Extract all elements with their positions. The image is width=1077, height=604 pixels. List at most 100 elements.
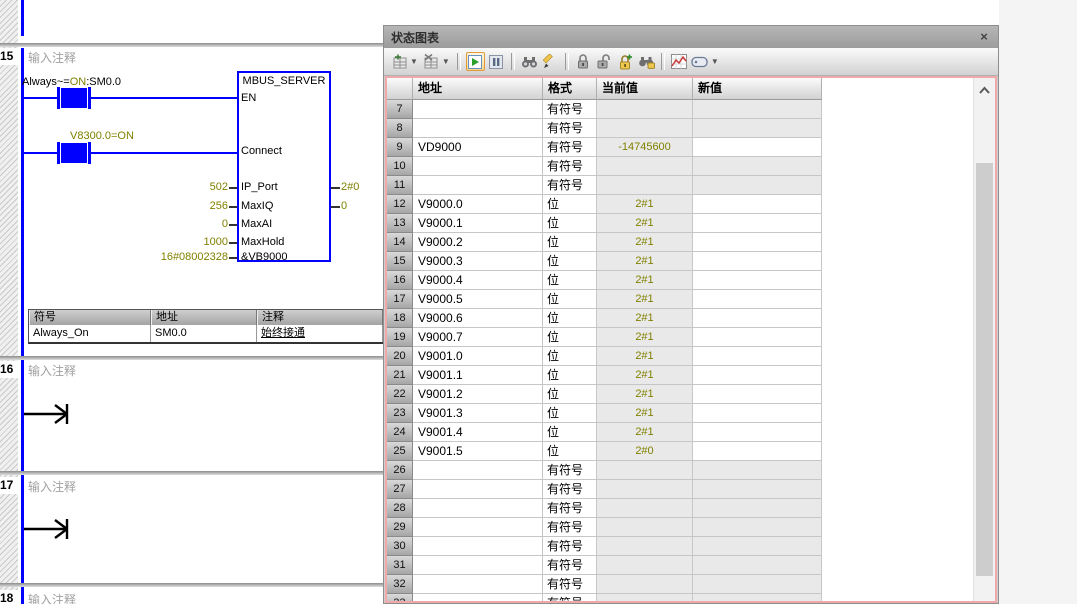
symbol-table-row[interactable]: Always_On SM0.0 始终接通 [29,325,383,342]
row-number-button[interactable]: 30 [387,537,413,556]
contact-operand-label[interactable]: V8300.0=ON [70,130,134,142]
new-value-cell[interactable] [693,271,822,290]
param-value[interactable]: 1000 [140,236,228,248]
format-cell[interactable]: 位 [543,423,597,442]
row-number-button[interactable]: 27 [387,480,413,499]
format-cell[interactable]: 有符号 [543,499,597,518]
format-cell[interactable]: 有符号 [543,157,597,176]
new-value-cell[interactable] [693,347,822,366]
param-value[interactable]: 502 [140,181,228,193]
read-all-icon[interactable] [520,52,539,71]
param-value[interactable]: 256 [140,200,228,212]
new-value-cell[interactable] [693,309,822,328]
address-cell[interactable]: V9000.0 [413,195,543,214]
address-cell[interactable] [413,499,543,518]
format-cell[interactable]: 有符号 [543,594,597,603]
format-cell[interactable]: 有符号 [543,480,597,499]
new-value-cell[interactable] [693,442,822,461]
format-cell[interactable]: 位 [543,252,597,271]
symbolic-addressing-icon[interactable] [691,52,710,71]
read-forced-icon[interactable] [637,52,656,71]
row-number-button[interactable]: 29 [387,518,413,537]
format-cell[interactable]: 位 [543,271,597,290]
address-cell[interactable]: V9001.5 [413,442,543,461]
row-number-button[interactable]: 14 [387,233,413,252]
force-new-icon[interactable] [616,52,635,71]
new-value-cell[interactable] [693,366,822,385]
delete-row-icon[interactable] [422,52,441,71]
new-value-cell[interactable] [693,423,822,442]
chart-status-on-icon[interactable] [466,52,485,71]
format-cell[interactable]: 位 [543,385,597,404]
param-value[interactable]: 2#0 [341,181,359,193]
new-value-column-header[interactable]: 新值 [693,78,822,100]
format-cell[interactable]: 位 [543,214,597,233]
new-value-cell[interactable] [693,385,822,404]
address-cell[interactable] [413,100,543,119]
write-all-icon[interactable] [541,52,560,71]
row-number-button[interactable]: 21 [387,366,413,385]
address-cell[interactable] [413,176,543,195]
param-value[interactable]: 0 [140,218,228,230]
close-icon[interactable]: × [976,29,992,45]
format-cell[interactable]: 有符号 [543,176,597,195]
format-cell[interactable]: 位 [543,328,597,347]
row-number-button[interactable]: 16 [387,271,413,290]
grid-corner-header[interactable] [387,78,413,100]
address-cell[interactable]: V9000.7 [413,328,543,347]
format-cell[interactable]: 位 [543,290,597,309]
row-number-button[interactable]: 19 [387,328,413,347]
address-cell[interactable] [413,157,543,176]
address-cell[interactable] [413,556,543,575]
contact-symbol[interactable] [57,87,60,109]
network-number[interactable]: 17 [0,477,18,494]
network-number[interactable]: 16 [0,361,18,378]
new-value-cell[interactable] [693,138,822,157]
new-value-cell[interactable] [693,214,822,233]
format-cell[interactable]: 位 [543,404,597,423]
new-value-cell[interactable] [693,328,822,347]
force-icon[interactable] [574,52,593,71]
address-cell[interactable] [413,575,543,594]
insert-row-icon[interactable] [390,52,409,71]
row-number-button[interactable]: 11 [387,176,413,195]
new-value-cell[interactable] [693,233,822,252]
insert-row-dropdown-icon[interactable]: ▼ [410,57,418,66]
status-chart-titlebar[interactable]: 状态图表 × [384,26,998,48]
format-cell[interactable]: 位 [543,233,597,252]
contact-operand-label[interactable]: Always~=ON:SM0.0 [22,76,121,88]
format-cell[interactable]: 有符号 [543,119,597,138]
scrollbar-thumb[interactable] [976,163,993,576]
row-number-button[interactable]: 18 [387,309,413,328]
row-number-button[interactable]: 10 [387,157,413,176]
row-number-button[interactable]: 32 [387,575,413,594]
address-cell[interactable]: V9000.5 [413,290,543,309]
row-number-button[interactable]: 23 [387,404,413,423]
address-cell[interactable] [413,480,543,499]
address-cell[interactable]: V9000.1 [413,214,543,233]
address-cell[interactable] [413,461,543,480]
row-number-button[interactable]: 28 [387,499,413,518]
address-cell[interactable]: V9001.1 [413,366,543,385]
address-cell[interactable]: VD9000 [413,138,543,157]
contact-symbol[interactable] [57,142,60,164]
network-comment[interactable]: 输入注释 [28,49,76,66]
param-value[interactable]: 0 [341,200,347,212]
row-number-button[interactable]: 7 [387,100,413,119]
format-cell[interactable]: 有符号 [543,138,597,157]
address-cell[interactable] [413,594,543,603]
row-number-button[interactable]: 13 [387,214,413,233]
row-number-button[interactable]: 25 [387,442,413,461]
new-value-cell[interactable] [693,252,822,271]
address-cell[interactable]: V9001.0 [413,347,543,366]
network-comment[interactable]: 输入注释 [28,591,76,604]
row-number-button[interactable]: 9 [387,138,413,157]
row-number-button[interactable]: 12 [387,195,413,214]
row-number-button[interactable]: 8 [387,119,413,138]
symbolic-addressing-dropdown-icon[interactable]: ▼ [711,57,719,66]
address-cell[interactable]: V9000.2 [413,233,543,252]
delete-row-dropdown-icon[interactable]: ▼ [442,57,450,66]
format-cell[interactable]: 有符号 [543,556,597,575]
scroll-up-icon[interactable] [976,84,993,98]
format-cell[interactable]: 有符号 [543,461,597,480]
